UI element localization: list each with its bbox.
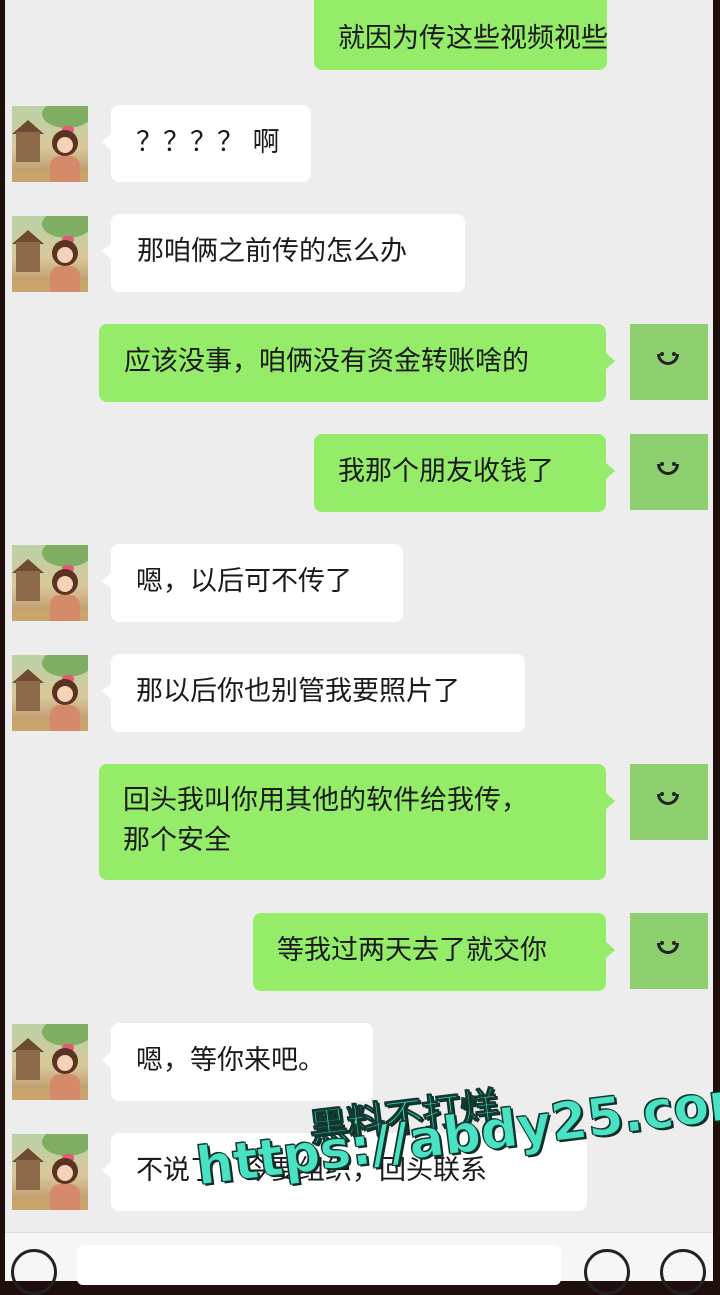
message-input[interactable] bbox=[77, 1245, 561, 1285]
self-avatar[interactable] bbox=[630, 434, 708, 510]
message-text: 嗯，等你来吧。 bbox=[136, 1045, 325, 1076]
message-text: 那以后你也别管我要照片了 bbox=[136, 676, 460, 707]
message-text: 等我过两天去了就交你 bbox=[277, 935, 547, 966]
message-bubble-received[interactable]: 嗯，等你来吧。 bbox=[102, 1023, 373, 1101]
message-text: 那咱俩之前传的怎么办 bbox=[137, 236, 407, 267]
smiley-avatar-icon bbox=[657, 354, 679, 365]
contact-avatar[interactable] bbox=[12, 545, 88, 621]
message-text: 嗯，以后可不传了 bbox=[136, 566, 352, 597]
message-bubble-received[interactable]: 嗯，以后可不传了 bbox=[102, 544, 403, 622]
self-avatar[interactable] bbox=[630, 764, 708, 840]
message-text: ？？？？ 啊 bbox=[136, 127, 280, 158]
message-bubble-sent[interactable]: 我那个朋友收钱了 bbox=[314, 434, 615, 512]
contact-avatar[interactable] bbox=[12, 1024, 88, 1100]
plus-icon[interactable] bbox=[660, 1249, 706, 1295]
self-avatar[interactable] bbox=[630, 913, 708, 989]
smiley-avatar-icon bbox=[657, 943, 679, 954]
message-bubble-received[interactable]: 那咱俩之前传的怎么办 bbox=[102, 214, 465, 292]
message-bubble-received[interactable]: ？？？？ 啊 bbox=[102, 105, 311, 182]
message-text-line-2: 那个安全 bbox=[123, 825, 231, 856]
message-text: 应该没事，咱俩没有资金转账啥的 bbox=[124, 346, 529, 377]
contact-avatar[interactable] bbox=[12, 655, 88, 731]
smiley-avatar-icon bbox=[657, 464, 679, 475]
message-bubble-sent[interactable]: 回头我叫你用其他的软件给我传， 那个安全 bbox=[99, 764, 615, 880]
self-avatar[interactable] bbox=[630, 324, 708, 400]
smiley-avatar-icon bbox=[657, 794, 679, 805]
emoji-icon[interactable] bbox=[584, 1249, 630, 1295]
contact-avatar[interactable] bbox=[12, 1134, 88, 1210]
message-text: 我那个朋友收钱了 bbox=[338, 456, 554, 487]
message-bubble-sent[interactable]: 就因为传这些视频视些 bbox=[314, 0, 608, 70]
input-bar bbox=[5, 1232, 713, 1295]
contact-avatar[interactable] bbox=[12, 106, 88, 182]
message-bubble-sent[interactable]: 应该没事，咱俩没有资金转账啥的 bbox=[99, 324, 615, 402]
contact-avatar[interactable] bbox=[12, 216, 88, 292]
message-text-line-1: 回头我叫你用其他的软件给我传， bbox=[123, 785, 528, 816]
message-text: 就因为传这些视频视些 bbox=[338, 23, 608, 54]
message-bubble-sent[interactable]: 等我过两天去了就交你 bbox=[253, 913, 615, 991]
message-bubble-received[interactable]: 那以后你也别管我要照片了 bbox=[102, 654, 525, 732]
voice-icon[interactable] bbox=[11, 1249, 57, 1295]
